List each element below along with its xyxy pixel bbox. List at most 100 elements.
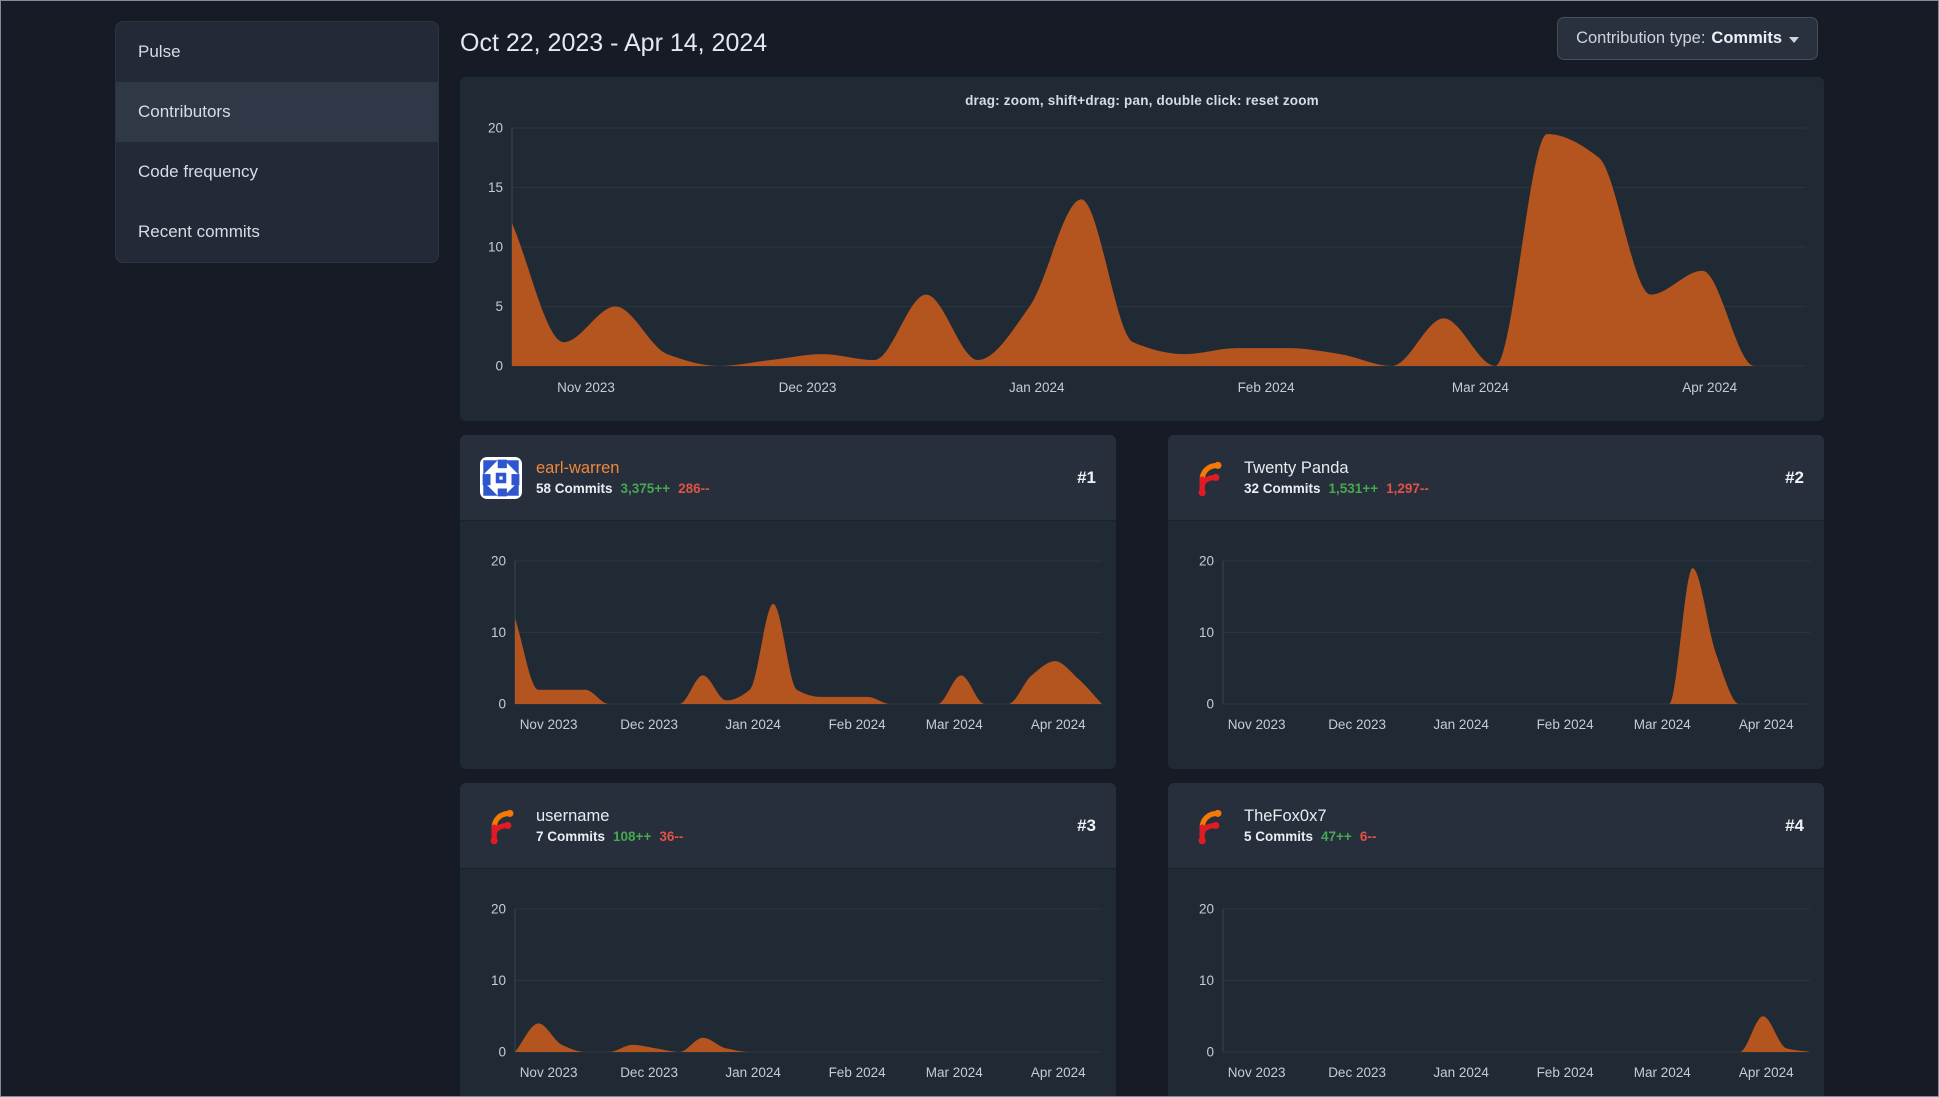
sidebar-menu: Pulse Contributors Code frequency Recent… — [115, 21, 439, 263]
svg-text:Feb 2024: Feb 2024 — [829, 717, 887, 732]
contributor-name: TheFox0x7 — [1244, 807, 1327, 825]
svg-text:0: 0 — [1206, 1045, 1214, 1060]
contributor-stats: 58 Commits 3,375++ 286-- — [536, 481, 710, 496]
svg-text:Mar 2024: Mar 2024 — [926, 1065, 984, 1080]
svg-text:20: 20 — [491, 902, 506, 917]
contributor-card-1: earl-warren 58 Commits 3,375++ 286-- #1 … — [460, 435, 1116, 769]
contributor-name: Twenty Panda — [1244, 459, 1349, 477]
svg-text:10: 10 — [491, 625, 506, 640]
commit-count: 58 Commits — [536, 481, 613, 496]
contributor-card-header: Twenty Panda 32 Commits 1,531++ 1,297-- … — [1168, 435, 1824, 521]
svg-text:Mar 2024: Mar 2024 — [1634, 1065, 1692, 1080]
contributor-identity: TheFox0x7 5 Commits 47++ 6-- — [1244, 807, 1376, 844]
additions-count: 3,375++ — [620, 481, 671, 496]
deletions-count: 6-- — [1359, 829, 1377, 844]
rank-badge: #3 — [1077, 815, 1096, 835]
svg-text:10: 10 — [1199, 625, 1214, 640]
rank-badge: #1 — [1077, 467, 1096, 487]
additions-count: 47++ — [1321, 829, 1352, 844]
deletions-count: 286-- — [678, 481, 710, 496]
svg-text:15: 15 — [488, 180, 503, 195]
contributor-1-chart[interactable]: 0 10 20 Nov 2023 Dec 2023 Jan 2024 Feb 2024 Mar… — [460, 521, 1116, 769]
main-commits-chart[interactable]: 0 5 10 15 20 Nov 2023 Dec 2023 Jan 2024 Feb 2024… — [460, 77, 1824, 421]
svg-text:Mar 2024: Mar 2024 — [1634, 717, 1692, 732]
contributor-card-header: TheFox0x7 5 Commits 47++ 6-- #4 — [1168, 783, 1824, 869]
sidebar-item-code-frequency[interactable]: Code frequency — [116, 142, 438, 202]
contributor-identity: username 7 Commits 108++ 36-- — [536, 807, 683, 844]
svg-text:Jan 2024: Jan 2024 — [725, 1065, 781, 1080]
svg-text:Feb 2024: Feb 2024 — [829, 1065, 887, 1080]
contribution-type-label: Contribution type: — [1576, 29, 1706, 47]
svg-text:0: 0 — [1206, 697, 1214, 712]
chevron-down-icon — [1789, 37, 1799, 43]
svg-text:Mar 2024: Mar 2024 — [1452, 380, 1510, 395]
chart-zoom-hint: drag: zoom, shift+drag: pan, double clic… — [965, 93, 1319, 108]
commit-count: 7 Commits — [536, 829, 606, 844]
commit-count: 5 Commits — [1244, 829, 1314, 844]
deletions-count: 36-- — [659, 829, 684, 844]
forgejo-logo-icon — [1188, 805, 1230, 847]
contributor-identity: Twenty Panda 32 Commits 1,531++ 1,297-- — [1244, 459, 1429, 496]
sidebar-item-recent-commits[interactable]: Recent commits — [116, 202, 438, 262]
svg-text:Jan 2024: Jan 2024 — [1433, 717, 1489, 732]
sidebar-item-contributors[interactable]: Contributors — [116, 82, 438, 142]
contributor-stats: 32 Commits 1,531++ 1,297-- — [1244, 481, 1429, 496]
svg-text:10: 10 — [1199, 973, 1214, 988]
forgejo-logo-icon — [480, 805, 522, 847]
svg-text:Dec 2023: Dec 2023 — [1328, 1065, 1386, 1080]
contributor-stats: 7 Commits 108++ 36-- — [536, 829, 683, 844]
svg-text:Feb 2024: Feb 2024 — [1238, 380, 1296, 395]
svg-text:20: 20 — [488, 121, 503, 136]
additions-count: 108++ — [613, 829, 652, 844]
contributor-card-header: username 7 Commits 108++ 36-- #3 — [460, 783, 1116, 869]
svg-text:20: 20 — [491, 554, 506, 569]
svg-text:Dec 2023: Dec 2023 — [620, 717, 678, 732]
svg-text:10: 10 — [491, 973, 506, 988]
contribution-type-dropdown[interactable]: Contribution type: Commits — [1557, 17, 1818, 60]
svg-text:Apr 2024: Apr 2024 — [1739, 717, 1794, 732]
date-range-heading: Oct 22, 2023 - Apr 14, 2024 — [460, 29, 768, 57]
avatar — [480, 456, 522, 499]
svg-text:Apr 2024: Apr 2024 — [1031, 717, 1086, 732]
svg-text:Nov 2023: Nov 2023 — [557, 380, 615, 395]
svg-text:Apr 2024: Apr 2024 — [1031, 1065, 1086, 1080]
svg-text:Apr 2024: Apr 2024 — [1682, 380, 1737, 395]
svg-text:Jan 2024: Jan 2024 — [1433, 1065, 1489, 1080]
svg-text:Dec 2023: Dec 2023 — [1328, 717, 1386, 732]
svg-text:Feb 2024: Feb 2024 — [1537, 1065, 1595, 1080]
contributors-page: Pulse Contributors Code frequency Recent… — [0, 0, 1939, 1097]
contributor-card-3: username 7 Commits 108++ 36-- #3 0 10 20 No… — [460, 783, 1116, 1097]
svg-text:Mar 2024: Mar 2024 — [926, 717, 984, 732]
svg-text:5: 5 — [495, 299, 503, 314]
svg-text:20: 20 — [1199, 902, 1214, 917]
svg-text:20: 20 — [1199, 554, 1214, 569]
rank-badge: #2 — [1785, 467, 1804, 487]
svg-text:0: 0 — [495, 359, 503, 374]
contributor-2-chart[interactable]: 0 10 20 Nov 2023 Dec 2023 Jan 2024 Feb 2024 Mar… — [1168, 521, 1824, 769]
svg-text:Nov 2023: Nov 2023 — [520, 1065, 578, 1080]
forgejo-logo-icon — [1188, 457, 1230, 499]
svg-text:Nov 2023: Nov 2023 — [1228, 1065, 1286, 1080]
contributor-stats: 5 Commits 47++ 6-- — [1244, 829, 1376, 844]
rank-badge: #4 — [1785, 815, 1804, 835]
commit-count: 32 Commits — [1244, 481, 1321, 496]
contributor-name: username — [536, 807, 610, 825]
deletions-count: 1,297-- — [1386, 481, 1429, 496]
svg-text:10: 10 — [488, 240, 503, 255]
contributor-card-header: earl-warren 58 Commits 3,375++ 286-- #1 — [460, 435, 1116, 521]
additions-count: 1,531++ — [1328, 481, 1379, 496]
main-chart-panel: drag: zoom, shift+drag: pan, double clic… — [460, 77, 1824, 421]
svg-text:Nov 2023: Nov 2023 — [1228, 717, 1286, 732]
svg-text:Jan 2024: Jan 2024 — [1009, 380, 1065, 395]
svg-text:0: 0 — [498, 1045, 506, 1060]
contributor-4-chart[interactable]: 0 10 20 Nov 2023 Dec 2023 Jan 2024 Feb 2024 Mar… — [1168, 869, 1824, 1097]
contributor-3-chart[interactable]: 0 10 20 Nov 2023 Dec 2023 Jan 2024 Feb 2024 Mar… — [460, 869, 1116, 1097]
sidebar-item-pulse[interactable]: Pulse — [116, 22, 438, 82]
svg-text:Dec 2023: Dec 2023 — [620, 1065, 678, 1080]
contributor-name-link[interactable]: earl-warren — [536, 459, 710, 478]
svg-text:Dec 2023: Dec 2023 — [779, 380, 837, 395]
svg-text:Feb 2024: Feb 2024 — [1537, 717, 1595, 732]
svg-text:Nov 2023: Nov 2023 — [520, 717, 578, 732]
svg-text:Apr 2024: Apr 2024 — [1739, 1065, 1794, 1080]
contribution-type-value: Commits — [1711, 29, 1782, 47]
